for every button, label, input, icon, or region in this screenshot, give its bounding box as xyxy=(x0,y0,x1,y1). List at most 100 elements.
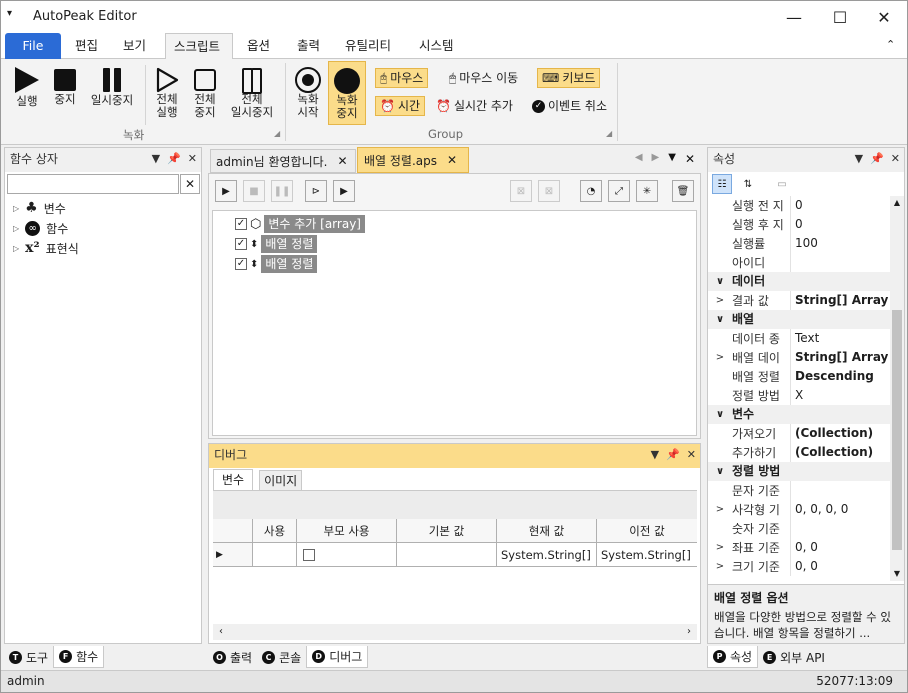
checkbox[interactable]: ✓ xyxy=(235,218,247,230)
col-header[interactable]: 사용 xyxy=(253,519,297,543)
pin-icon[interactable]: 📌 xyxy=(870,148,884,170)
editor-step-button[interactable]: ⊳ xyxy=(305,180,327,202)
vertical-scrollbar[interactable]: ▲ ▼ xyxy=(890,196,904,581)
property-row[interactable]: 추가하기 (Collection) xyxy=(708,443,890,462)
scroll-left-icon[interactable]: ◀ xyxy=(635,152,643,166)
tab-external-api[interactable]: E 외부 API xyxy=(758,646,830,668)
editor-stop-button[interactable]: ■ xyxy=(243,180,265,202)
tab-output[interactable]: O 출력 xyxy=(208,646,257,668)
property-row[interactable]: > 배열 데이 String[] Array xyxy=(708,348,890,367)
menu-utility[interactable]: 유틸리티 xyxy=(337,33,399,59)
scrollbar-thumb[interactable] xyxy=(892,310,902,550)
property-row[interactable]: 실행률 100 xyxy=(708,234,890,253)
tree-item-function[interactable]: ▷ ∞ 함수 xyxy=(13,218,193,238)
menu-options[interactable]: 옵션 xyxy=(239,33,278,59)
col-header[interactable]: 이전 값 xyxy=(597,519,697,543)
collapse-button[interactable]: ✳ xyxy=(636,180,658,202)
tree-item-variable[interactable]: ▷ ♣ 변수 xyxy=(13,198,193,218)
chevron-down-icon[interactable]: ∨ xyxy=(708,310,732,329)
property-row[interactable]: 문자 기준 xyxy=(708,481,890,500)
tab-image[interactable]: 이미지 xyxy=(259,470,303,490)
collapse-ribbon-icon[interactable]: ⌃ xyxy=(886,38,895,51)
property-row[interactable]: 배열 정렬 Descending xyxy=(708,367,890,386)
mouse-toggle[interactable]: 🖰 마우스 xyxy=(375,68,429,88)
stop-all-button[interactable]: 전체 중지 xyxy=(187,67,223,119)
event-cancel-toggle[interactable]: ✓ 이벤트 취소 xyxy=(527,96,612,116)
property-row[interactable]: > 좌표 기준 0, 0 xyxy=(708,538,890,557)
scroll-up-icon[interactable]: ▲ xyxy=(890,196,904,210)
clear-search-button[interactable]: ✕ xyxy=(180,174,200,194)
editor-pause-button[interactable]: ❚❚ xyxy=(271,180,293,202)
menu-system[interactable]: 시스템 xyxy=(411,33,462,59)
property-category[interactable]: ∨ 변수 xyxy=(708,405,890,424)
close-icon[interactable]: ✕ xyxy=(891,148,900,170)
chevron-down-icon[interactable]: ∨ xyxy=(708,272,732,291)
close-icon[interactable]: ✕ xyxy=(337,154,347,168)
pin-icon[interactable]: 📌 xyxy=(666,444,680,466)
pin-icon[interactable]: 📌 xyxy=(167,148,181,170)
pause-all-button[interactable]: 전체 일시중지 xyxy=(225,67,279,119)
time-toggle[interactable]: ⏰ 시간 xyxy=(375,96,426,116)
run-button[interactable]: 실행 xyxy=(9,67,45,108)
col-header[interactable]: 현재 값 xyxy=(497,519,597,543)
menu-file[interactable]: File xyxy=(5,33,61,59)
scroll-down-icon[interactable]: ▼ xyxy=(890,567,904,581)
chevron-down-icon[interactable]: ∨ xyxy=(708,405,732,424)
property-row[interactable]: 정렬 방법 X xyxy=(708,386,890,405)
chevron-right-icon[interactable]: > xyxy=(708,542,732,553)
tab-variables[interactable]: 변수 xyxy=(213,469,254,490)
categorized-button[interactable]: ☷ xyxy=(712,174,732,194)
trash-button[interactable]: 🗑 xyxy=(672,180,694,202)
dropdown-icon[interactable]: ▼ xyxy=(855,148,863,170)
property-category[interactable]: ∨ 배열 xyxy=(708,310,890,329)
delete-all-button[interactable]: ⊠ xyxy=(538,180,560,202)
checkbox[interactable]: ✓ xyxy=(235,258,247,270)
tab-functions[interactable]: F 함수 xyxy=(53,646,105,668)
tab-list-icon[interactable]: ▼ xyxy=(668,152,676,166)
col-header[interactable]: 부모 사용 xyxy=(297,519,397,543)
parent-use-checkbox[interactable] xyxy=(303,548,315,561)
checkbox[interactable]: ✓ xyxy=(235,238,247,250)
run-all-button[interactable]: 전체 실행 xyxy=(149,67,185,119)
scroll-left-icon[interactable]: ‹ xyxy=(219,624,223,640)
record-stop-button[interactable]: 녹화 중지 xyxy=(328,61,366,125)
tab-properties[interactable]: P 속성 xyxy=(707,646,759,668)
tree-item-expression[interactable]: ▷ x² 표현식 xyxy=(13,238,193,258)
property-row[interactable]: 실행 후 지0 xyxy=(708,215,890,234)
realtime-add-toggle[interactable]: ⏰ 실시간 추가 xyxy=(431,96,518,116)
close-window-button[interactable]: ✕ xyxy=(861,1,907,33)
delete-button[interactable]: ⊠ xyxy=(510,180,532,202)
property-row[interactable]: 숫자 기준 xyxy=(708,519,890,538)
script-row[interactable]: ✓ ⬡ 변수 추가 [array] xyxy=(235,214,365,234)
tab-array-sort[interactable]: 배열 정렬.aps ✕ xyxy=(357,147,469,173)
close-icon[interactable]: ✕ xyxy=(188,148,197,170)
chevron-right-icon[interactable]: > xyxy=(708,352,732,363)
property-row[interactable]: 실행 전 지0 xyxy=(708,196,890,215)
chevron-right-icon[interactable]: > xyxy=(708,504,732,515)
function-search-input[interactable] xyxy=(7,174,179,194)
expand-button[interactable]: ⤢ xyxy=(608,180,630,202)
close-icon[interactable]: ✕ xyxy=(685,152,695,166)
record-start-button[interactable]: 녹화 시작 xyxy=(291,67,325,119)
col-header[interactable]: 기본 값 xyxy=(397,519,497,543)
horizontal-scrollbar[interactable]: ‹ › xyxy=(213,624,697,640)
property-row[interactable]: 가져오기 (Collection) xyxy=(708,424,890,443)
mouse-move-toggle[interactable]: 🖱 마우스 이동 xyxy=(444,68,523,88)
dropdown-icon[interactable]: ▼ xyxy=(651,444,659,466)
menu-script[interactable]: 스크립트 xyxy=(165,33,233,60)
alphabetical-button[interactable]: ⇅ xyxy=(738,174,758,194)
editor-run-box-button[interactable]: ▶ xyxy=(333,180,355,202)
property-category[interactable]: ∨ 정렬 방법 xyxy=(708,462,890,481)
tab-console[interactable]: C 콘솔 xyxy=(257,646,306,668)
editor-run-button[interactable]: ▶ xyxy=(215,180,237,202)
group-launcher-icon[interactable]: ◢ xyxy=(606,129,612,138)
tab-welcome[interactable]: admin님 환영합니다. ✕ xyxy=(210,149,356,173)
chevron-right-icon[interactable]: > xyxy=(708,561,732,572)
dropdown-icon[interactable]: ▼ xyxy=(152,148,160,170)
minimize-button[interactable]: — xyxy=(771,1,817,33)
script-row[interactable]: ✓ ⬍ 배열 정렬 xyxy=(235,234,365,254)
close-icon[interactable]: ✕ xyxy=(687,444,696,466)
chevron-down-icon[interactable]: ∨ xyxy=(708,462,732,481)
scroll-right-icon[interactable]: ▶ xyxy=(652,152,660,166)
scroll-right-icon[interactable]: › xyxy=(687,624,691,640)
